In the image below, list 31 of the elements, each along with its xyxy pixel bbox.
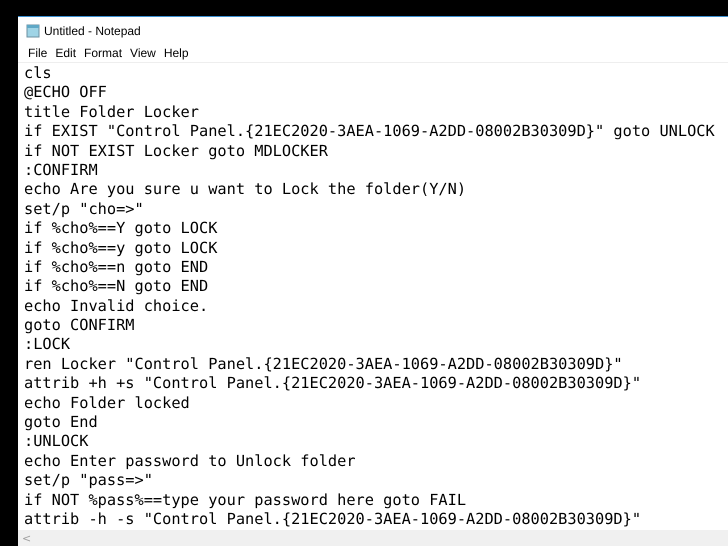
code-line: if %cho%==N goto END xyxy=(24,277,208,297)
code-line: goto CONFIRM xyxy=(24,316,135,336)
code-line: set/p "pass=>" xyxy=(24,471,153,491)
code-line: set/p "cho=>" xyxy=(24,200,144,220)
menu-item[interactable]: View xyxy=(126,46,160,60)
code-line: echo Folder locked xyxy=(24,394,190,414)
code-line: @ECHO OFF xyxy=(24,83,107,103)
code-line: attrib -h -s "Control Panel.{21EC2020-3AEA-1069-A2DD-08002B30309D}" xyxy=(24,510,642,530)
code-line: ren Locker "Control Panel.{21EC2020-3AEA-1069-A2DD-08002B30309D}" xyxy=(24,354,623,374)
code-line: if NOT EXIST Locker goto MDLOCKER xyxy=(24,142,328,161)
menu-item[interactable]: Edit xyxy=(51,46,80,60)
code-line: title Folder Locker xyxy=(24,102,199,122)
code-line: goto End xyxy=(24,413,98,432)
menu-item[interactable]: Format xyxy=(80,46,126,60)
code-line: :CONFIRM xyxy=(24,160,98,180)
code-line: if %cho%==y goto LOCK xyxy=(24,238,218,258)
menu-item[interactable]: File xyxy=(24,46,52,60)
menu-item[interactable]: Help xyxy=(160,46,193,60)
code-line: echo Enter password to Unlock folder xyxy=(24,452,356,472)
code-line: attrib +h +s "Control Panel.{21EC2020-3AEA-1069-A2DD-08002B30309D}" xyxy=(24,374,642,394)
window-title: Untitled - Notepad xyxy=(44,24,141,38)
code-line: echo Are you sure u want to Lock the folder(Y/N) xyxy=(24,180,466,200)
code-line: cls xyxy=(24,64,52,84)
code-line: if %cho%==n goto END xyxy=(24,258,208,278)
code-line: :UNLOCK xyxy=(24,432,88,452)
code-line: if NOT %pass%==type your password here goto FAIL xyxy=(24,490,466,510)
code-line: :LOCK xyxy=(24,335,70,355)
code-line: echo Invalid choice. xyxy=(24,296,208,316)
code-line: if %cho%==Y goto LOCK xyxy=(24,219,218,239)
notepad-icon xyxy=(26,24,40,38)
code-line: if EXIST "Control Panel.{21EC2020-3AEA-1069-A2DD-08002B30309D}" goto UNLOCK xyxy=(24,122,715,142)
